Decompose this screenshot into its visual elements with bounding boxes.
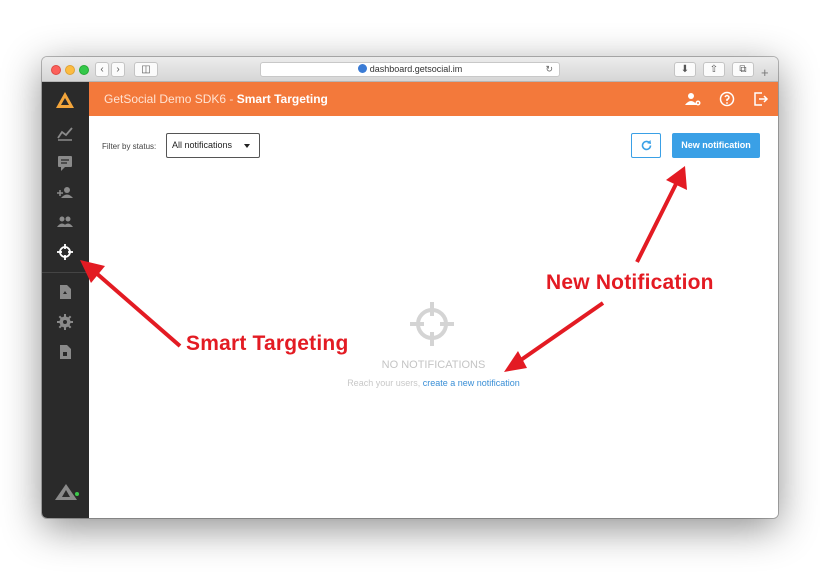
globe-icon [357, 64, 367, 73]
settings-icon[interactable] [56, 313, 74, 331]
export-icon[interactable] [56, 343, 74, 361]
getsocial-bottom-logo-icon[interactable] [55, 484, 77, 500]
tabs-icon[interactable]: ⧉ [732, 62, 754, 77]
empty-state-subtitle: Reach your users, create a new notificat… [89, 378, 778, 388]
main-content: Filter by status: All notifications New … [89, 116, 778, 518]
filter-label: Filter by status: [102, 142, 157, 151]
users-icon[interactable] [56, 212, 74, 230]
sidebar-toggle-icon[interactable]: ◫ [134, 62, 158, 77]
getsocial-logo-icon[interactable] [56, 92, 74, 108]
browser-titlebar: ‹ › ◫ dashboard.getsocial.im ↻ ⬇ ⇧ ⧉ + [42, 57, 778, 82]
status-filter-select[interactable]: All notifications [166, 133, 260, 158]
create-notification-link[interactable]: create a new notification [423, 378, 520, 388]
crosshair-icon [410, 302, 454, 346]
new-notification-annotation: New Notification [546, 271, 714, 294]
logout-icon[interactable] [753, 91, 769, 107]
help-icon[interactable] [719, 91, 735, 107]
app-header: GetSocial Demo SDK6 - Smart Targeting [89, 82, 778, 116]
close-window-button[interactable] [51, 65, 61, 75]
status-filter-value: All notifications [172, 140, 233, 150]
refresh-button[interactable] [631, 133, 661, 158]
url-text: dashboard.getsocial.im [369, 64, 463, 74]
activity-feed-icon[interactable] [56, 154, 74, 172]
reload-icon[interactable]: ↻ [545, 63, 553, 76]
caret-down-icon [244, 144, 250, 148]
forward-button[interactable]: › [111, 62, 125, 77]
user-settings-icon[interactable] [685, 91, 701, 107]
minimize-window-button[interactable] [65, 65, 75, 75]
new-tab-icon[interactable]: + [761, 66, 769, 79]
back-button[interactable]: ‹ [95, 62, 109, 77]
app-name: GetSocial Demo SDK6 - [104, 92, 234, 106]
sidebar-divider [42, 272, 89, 273]
online-status-indicator [75, 492, 79, 496]
download-icon[interactable]: ⬇ [674, 62, 696, 77]
invites-icon[interactable] [56, 183, 74, 201]
refresh-icon [641, 140, 652, 151]
empty-state-text: Reach your users, [347, 378, 421, 388]
new-notification-button[interactable]: New notification [672, 133, 760, 158]
sidebar [42, 82, 89, 518]
page-title: Smart Targeting [236, 92, 328, 106]
analytics-icon[interactable] [56, 124, 74, 142]
smart-targeting-icon[interactable] [56, 243, 74, 261]
smart-targeting-annotation: Smart Targeting [186, 332, 349, 355]
empty-state-title: NO NOTIFICATIONS [381, 359, 486, 371]
address-bar[interactable]: dashboard.getsocial.im ↻ [260, 62, 560, 77]
documentation-icon[interactable] [56, 283, 74, 301]
zoom-window-button[interactable] [79, 65, 89, 75]
share-icon[interactable]: ⇧ [703, 62, 725, 77]
header-title: GetSocial Demo SDK6 - Smart Targeting [104, 92, 328, 106]
